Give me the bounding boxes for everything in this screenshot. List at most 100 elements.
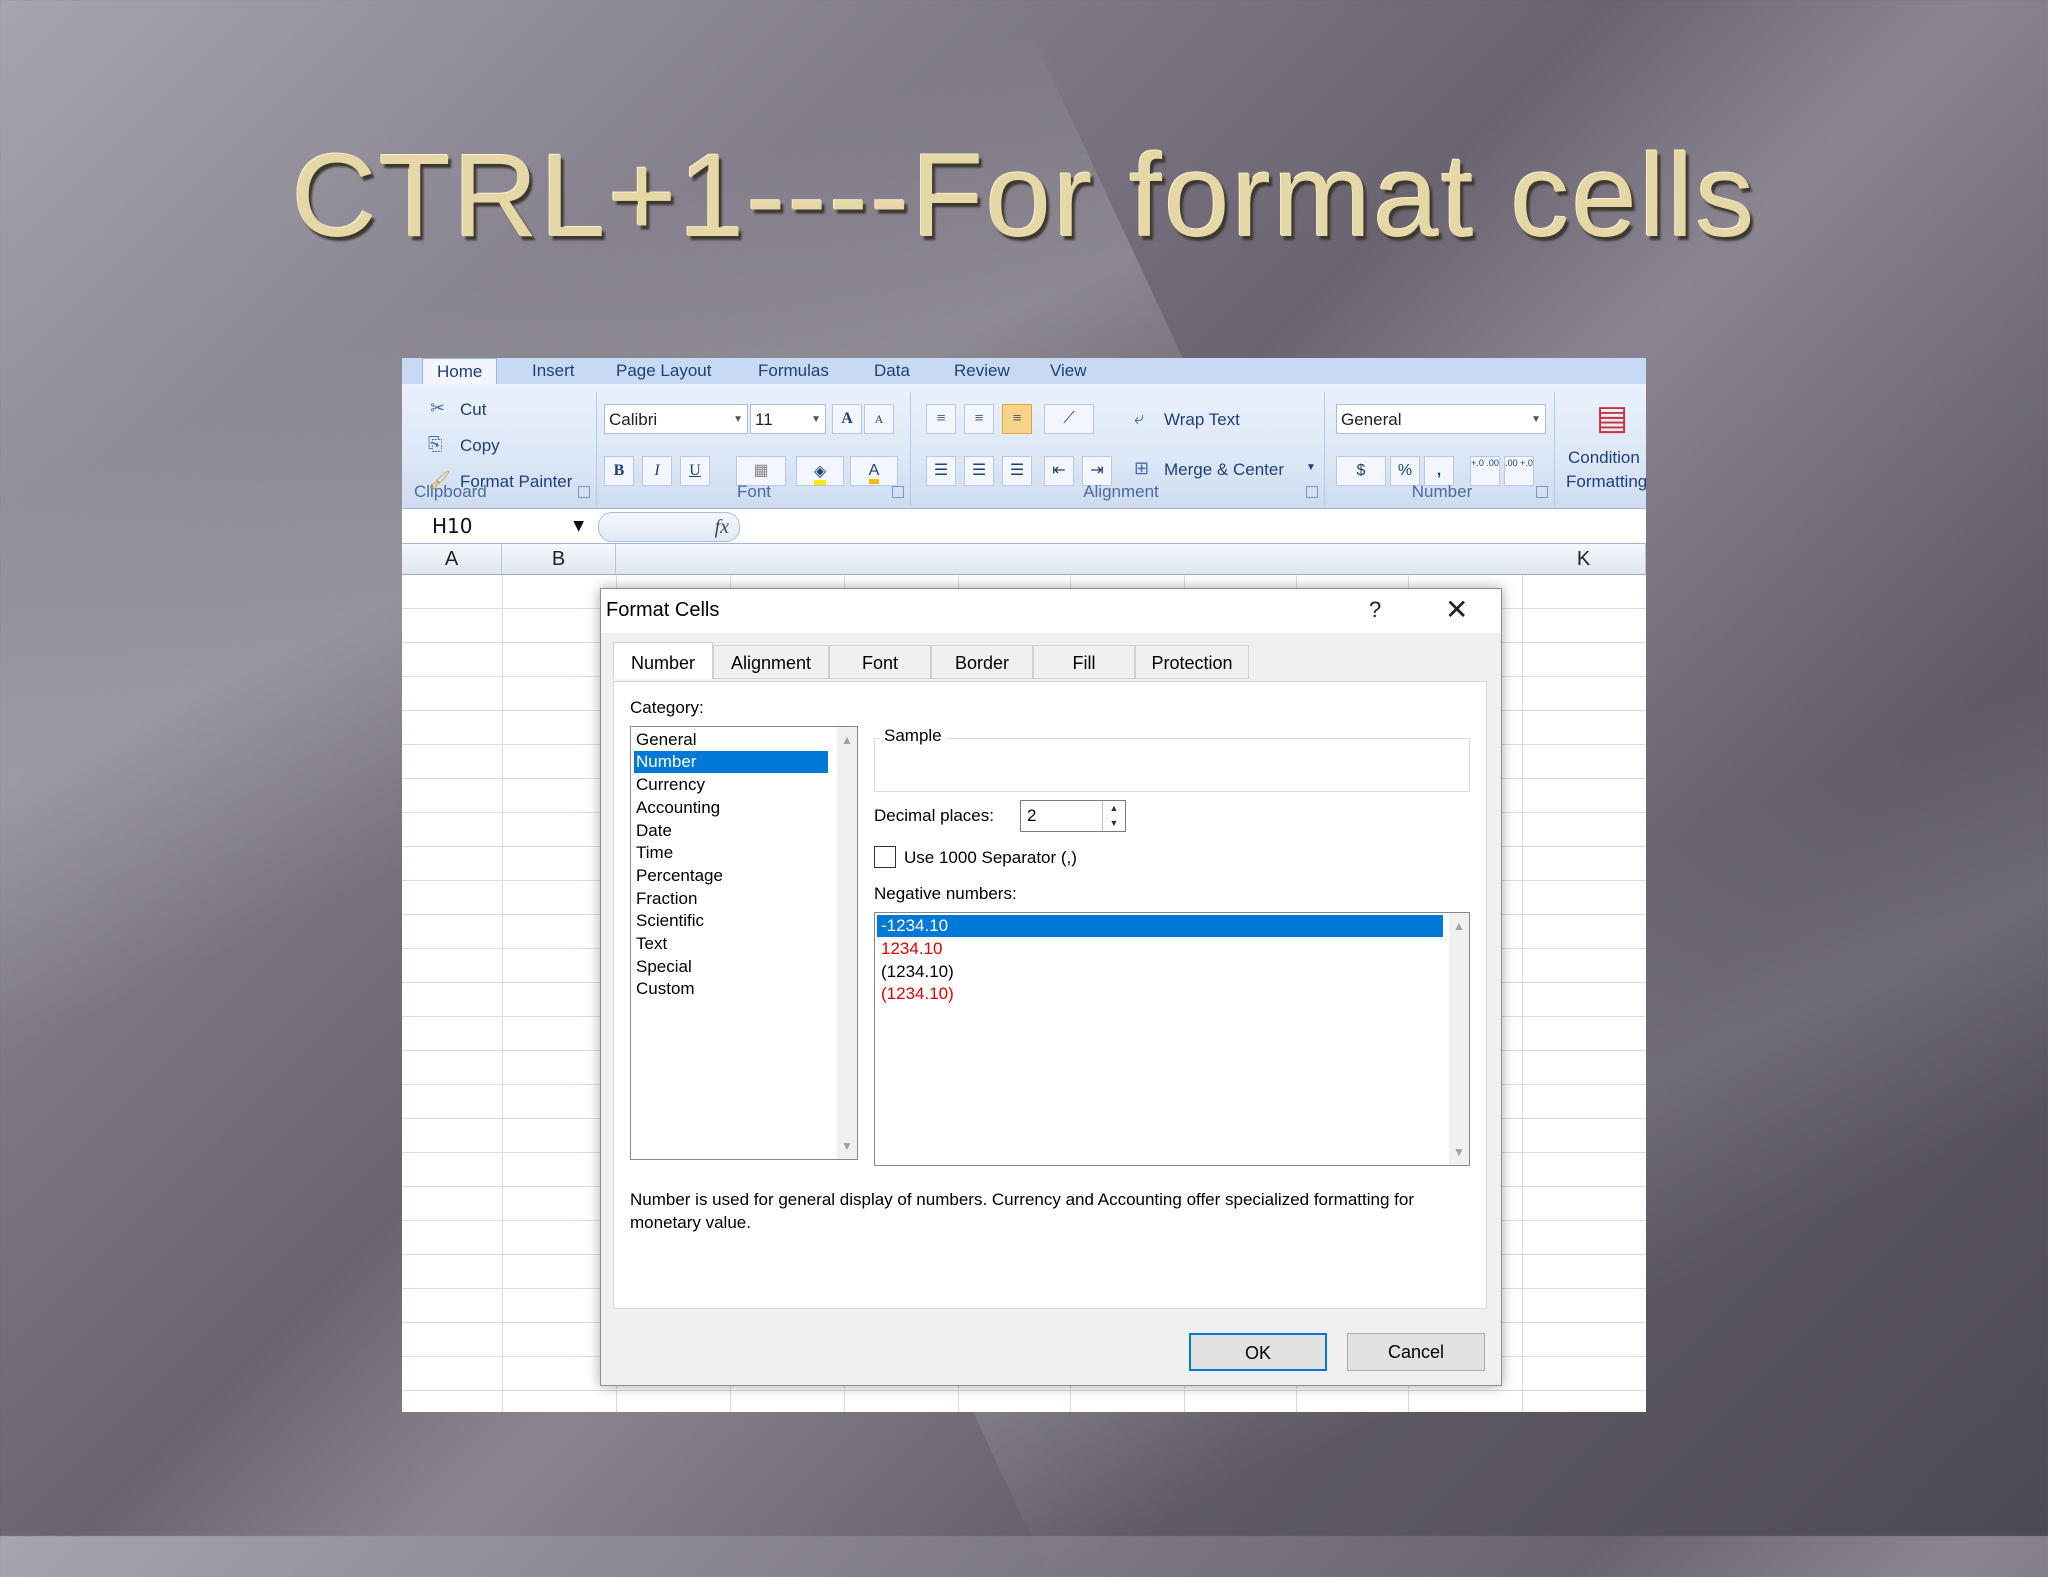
chevron-down-icon: ▼ (811, 414, 821, 425)
list-item[interactable]: (1234.10) (877, 961, 1443, 983)
styles-group: ▤ Condition Formatting (1558, 392, 1646, 506)
sample-label: Sample (880, 726, 946, 746)
decimal-places-label: Decimal places: (874, 806, 994, 825)
number-tab-panel: Category: General Number Currency Accoun… (613, 681, 1487, 1309)
ribbon-tabs: Home Insert Page Layout Formulas Data Re… (402, 358, 1646, 385)
clipboard-group: ✂ Cut ⎘ Copy 🖌 Format Painter Clipboard (406, 392, 597, 506)
list-item[interactable]: Time (634, 842, 828, 864)
list-item[interactable]: Accounting (634, 797, 828, 819)
list-item-selected[interactable]: Number (634, 751, 828, 773)
tab-insert[interactable]: Insert (532, 358, 575, 384)
scroll-up-icon[interactable]: ▲ (1449, 919, 1469, 933)
tab-protection[interactable]: Protection (1135, 645, 1249, 679)
shrink-font-button[interactable]: A (864, 404, 894, 434)
tab-border[interactable]: Border (931, 645, 1033, 679)
orientation-icon[interactable]: ⟋ (1044, 404, 1094, 434)
stepper-down-icon[interactable]: ▼ (1103, 816, 1125, 831)
column-headers: A B K (402, 544, 1646, 575)
negative-scrollbar[interactable]: ▲ ▼ (1449, 913, 1469, 1165)
merge-icon: ⊞ (1134, 458, 1150, 479)
cut-button[interactable]: Cut (460, 400, 486, 420)
category-description: Number is used for general display of nu… (630, 1190, 1414, 1232)
decimal-places-value: 2 (1027, 806, 1037, 825)
alignment-group-label: Alignment (1083, 482, 1159, 501)
decimal-places-stepper[interactable]: 2 ▲ ▼ (1020, 800, 1126, 832)
tab-page-layout[interactable]: Page Layout (616, 358, 711, 384)
alignment-group: ≡ ≡ ≡ ⟋ ☰ ☰ ☰ ⇤ ⇥ ⤶ Wrap Text ⊞ Merge & … (918, 392, 1325, 506)
list-item[interactable]: Scientific (634, 910, 828, 932)
font-size-select[interactable]: 11 ▼ (750, 404, 826, 434)
copy-button[interactable]: Copy (460, 436, 500, 456)
sample-box (874, 738, 1470, 792)
align-bottom-icon[interactable]: ≡ (1002, 404, 1032, 434)
borders-icon: ▦ (753, 462, 769, 479)
font-family-select[interactable]: Calibri ▼ (604, 404, 748, 434)
font-launcher-icon[interactable] (892, 486, 904, 498)
list-item[interactable]: 1234.10 (877, 938, 1443, 960)
list-item[interactable]: (1234.10) (877, 983, 1443, 1005)
tab-fill[interactable]: Fill (1033, 645, 1135, 679)
tab-home[interactable]: Home (422, 358, 498, 385)
number-launcher-icon[interactable] (1536, 486, 1548, 498)
function-icon: fx (714, 516, 729, 538)
dialog-title: Format Cells (606, 599, 720, 621)
dialog-titlebar: Format Cells ? ✕ (601, 589, 1501, 633)
list-item[interactable]: Special (634, 956, 828, 978)
scroll-up-icon[interactable]: ▲ (837, 733, 857, 747)
tab-number[interactable]: Number (613, 642, 713, 679)
merge-center-button[interactable]: Merge & Center (1164, 460, 1284, 480)
category-scrollbar[interactable]: ▲ ▼ (837, 727, 857, 1159)
insert-function-button[interactable]: fx (598, 512, 740, 542)
column-header-b[interactable]: B (502, 544, 616, 574)
help-icon[interactable]: ? (1369, 597, 1381, 623)
tab-alignment[interactable]: Alignment (713, 645, 829, 679)
name-box[interactable]: H10 ▼ (402, 509, 592, 543)
scroll-down-icon[interactable]: ▼ (1449, 1145, 1469, 1159)
wrap-text-button[interactable]: Wrap Text (1164, 410, 1240, 430)
number-format-value: General (1341, 410, 1402, 429)
list-item-selected[interactable]: -1234.10 (877, 915, 1443, 937)
list-item[interactable]: Text (634, 933, 828, 955)
stepper-buttons: ▲ ▼ (1102, 801, 1125, 831)
clipboard-group-label: Clipboard (414, 482, 487, 501)
align-middle-icon[interactable]: ≡ (964, 404, 994, 434)
stepper-up-icon[interactable]: ▲ (1103, 801, 1125, 816)
tab-formulas[interactable]: Formulas (758, 358, 829, 384)
number-format-select[interactable]: General ▼ (1336, 404, 1546, 434)
thousand-separator-label: Use 1000 Separator (,) (904, 848, 1077, 867)
grow-font-button[interactable]: A (832, 404, 862, 434)
category-list[interactable]: General Number Currency Accounting Date … (630, 726, 858, 1160)
conditional-formatting-button[interactable]: Condition (1568, 448, 1640, 468)
column-header-a[interactable]: A (402, 544, 502, 574)
clipboard-launcher-icon[interactable] (578, 486, 590, 498)
ok-button[interactable]: OK (1189, 1333, 1327, 1371)
negative-numbers-list[interactable]: -1234.10 1234.10 (1234.10) (1234.10) ▲ ▼ (874, 912, 1470, 1166)
list-item[interactable]: Percentage (634, 865, 828, 887)
alignment-launcher-icon[interactable] (1306, 486, 1318, 498)
tab-data[interactable]: Data (874, 358, 910, 384)
copy-icon: ⎘ (428, 434, 443, 455)
thousand-separator-checkbox[interactable] (874, 846, 896, 868)
font-size-value: 11 (755, 410, 773, 429)
name-box-value: H10 (432, 514, 473, 538)
list-item[interactable]: Currency (634, 774, 828, 796)
conditional-formatting-icon: ▤ (1596, 398, 1629, 438)
chevron-down-icon: ▼ (1531, 414, 1541, 425)
tab-view[interactable]: View (1050, 358, 1087, 384)
number-group: General ▼ $ % , +.0 .00 .00 +.0 Number (1330, 392, 1555, 506)
align-top-icon[interactable]: ≡ (926, 404, 956, 434)
column-header-k[interactable]: K (1522, 544, 1646, 574)
slide-title: CTRL+1----For format cells (291, 130, 1757, 262)
tab-font[interactable]: Font (829, 645, 931, 679)
list-item[interactable]: General (634, 729, 828, 751)
cancel-button[interactable]: Cancel (1347, 1333, 1485, 1371)
chevron-down-icon[interactable]: ▼ (1306, 462, 1316, 473)
list-item[interactable]: Custom (634, 978, 828, 1000)
column-divider (1522, 575, 1523, 1412)
scroll-down-icon[interactable]: ▼ (837, 1139, 857, 1153)
list-item[interactable]: Date (634, 820, 828, 842)
ribbon: ✂ Cut ⎘ Copy 🖌 Format Painter Clipboard … (402, 384, 1646, 509)
tab-review[interactable]: Review (954, 358, 1010, 384)
close-icon[interactable]: ✕ (1445, 593, 1468, 626)
list-item[interactable]: Fraction (634, 888, 828, 910)
